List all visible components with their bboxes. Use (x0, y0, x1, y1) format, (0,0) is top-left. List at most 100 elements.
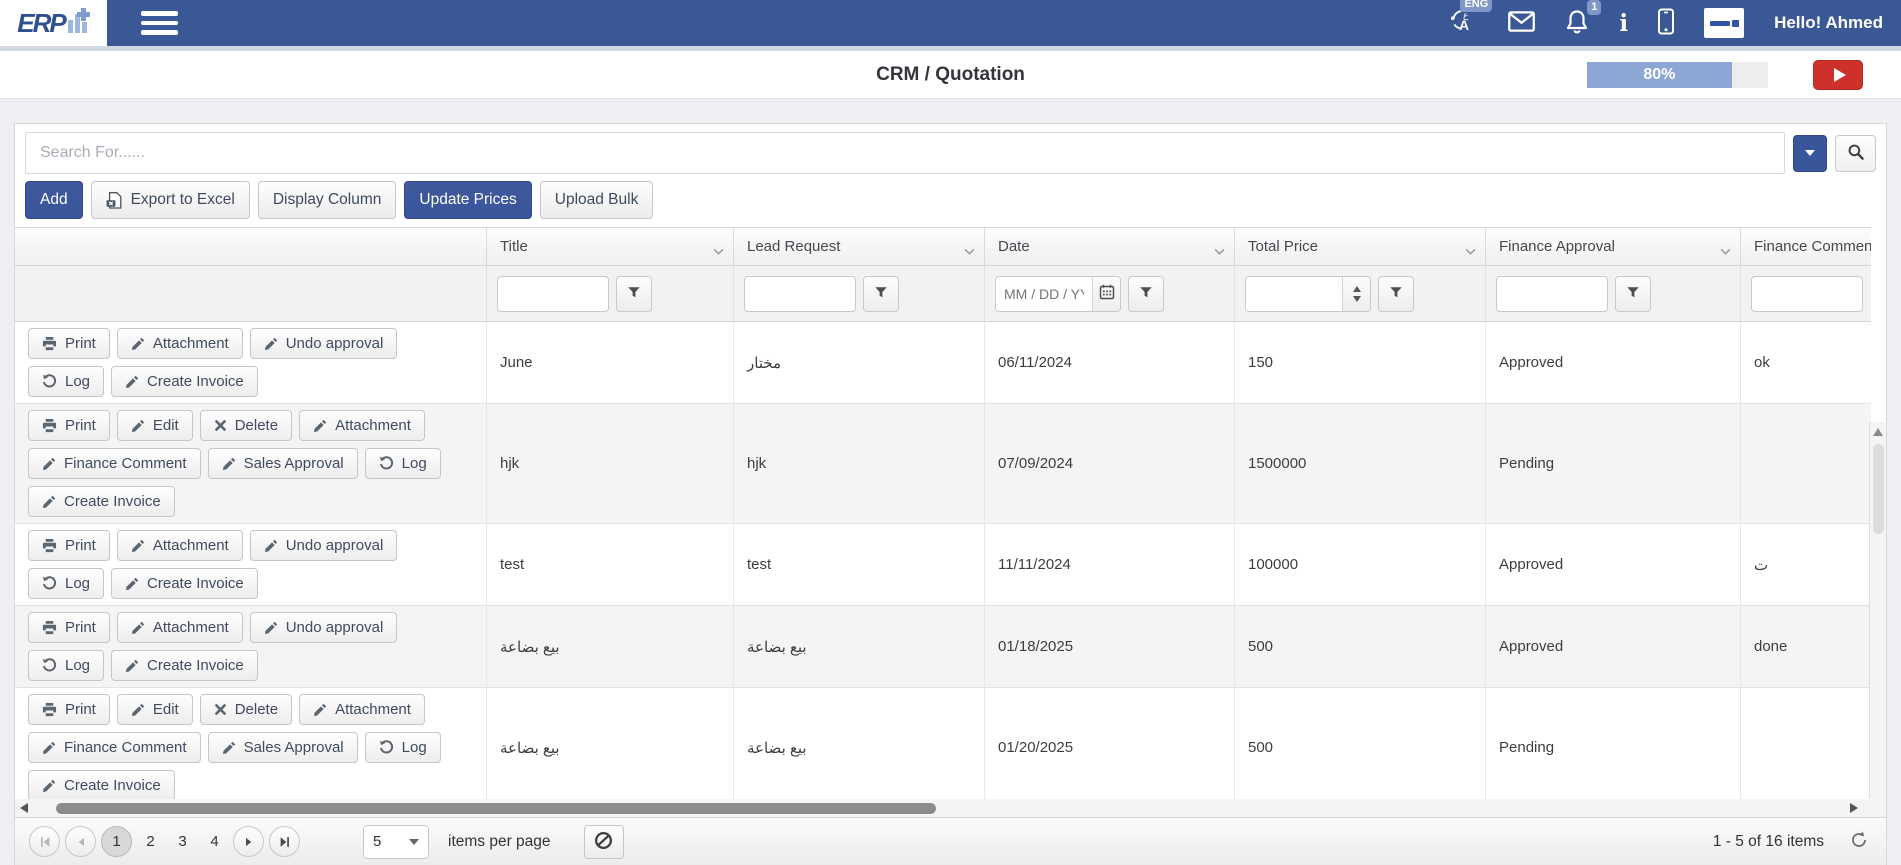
spinner-down-icon[interactable] (1353, 296, 1361, 302)
refresh-button[interactable] (1850, 831, 1868, 852)
log-button[interactable]: Log (365, 448, 441, 479)
spinner-up-icon[interactable] (1353, 286, 1361, 292)
delete-button[interactable]: Delete (200, 410, 292, 441)
attachment-button[interactable]: Attachment (117, 612, 243, 643)
add-button[interactable]: Add (25, 181, 83, 219)
undo-approval-button[interactable]: Undo approval (250, 328, 398, 359)
printer-icon (42, 336, 57, 351)
finance-comment-filter-input[interactable] (1751, 276, 1863, 312)
finance-comment-button[interactable]: Finance Comment (28, 448, 201, 479)
search-options-dropdown-button[interactable] (1793, 135, 1827, 172)
column-header-finance-comment[interactable]: Finance Comment (1741, 228, 1871, 265)
mobile-button[interactable] (1658, 6, 1674, 40)
pager-page-3[interactable]: 3 (169, 826, 196, 857)
log-button[interactable]: Log (28, 366, 104, 397)
title-filter-input[interactable] (497, 276, 609, 312)
finance-comment-button[interactable]: Finance Comment (28, 732, 201, 763)
create-invoice-button[interactable]: Create Invoice (111, 366, 258, 397)
sales-approval-button[interactable]: Sales Approval (208, 448, 358, 479)
export-to-excel-button[interactable]: Export to Excel (91, 181, 250, 219)
pager-next-button[interactable] (233, 826, 264, 857)
attachment-button[interactable]: Attachment (299, 694, 425, 725)
attachment-button[interactable]: Attachment (299, 410, 425, 441)
finance-approval-filter-button[interactable] (1615, 276, 1651, 312)
lead-request-filter-input[interactable] (744, 276, 856, 312)
avatar[interactable] (1704, 8, 1744, 38)
create-invoice-button[interactable]: Create Invoice (111, 650, 258, 681)
log-button[interactable]: Log (28, 568, 104, 599)
pager-page-2[interactable]: 2 (137, 826, 164, 857)
column-header-total-price[interactable]: Total Price (1235, 228, 1486, 265)
chevron-down-icon[interactable] (1465, 242, 1476, 259)
chevron-down-icon[interactable] (1720, 242, 1731, 259)
undo-approval-button[interactable]: Undo approval (250, 530, 398, 561)
cancel-icon (594, 831, 613, 853)
horizontal-scroll-thumb[interactable] (56, 803, 936, 814)
create-invoice-button[interactable]: Create Invoice (111, 568, 258, 599)
edit-button[interactable]: Edit (117, 694, 193, 725)
hamburger-menu-button[interactable] (137, 7, 182, 39)
sales-approval-button[interactable]: Sales Approval (208, 732, 358, 763)
pager-page-4[interactable]: 4 (201, 826, 228, 857)
delete-button[interactable]: Delete (200, 694, 292, 725)
column-header-lead-request[interactable]: Lead Request (734, 228, 985, 265)
cell-title: بيع بضاعة (487, 606, 734, 687)
undo-approval-button[interactable]: Undo approval (250, 612, 398, 643)
title-filter-button[interactable] (616, 276, 652, 312)
finance-approval-filter-input[interactable] (1496, 276, 1608, 312)
column-header-title[interactable]: Title (487, 228, 734, 265)
column-header-date[interactable]: Date (985, 228, 1235, 265)
cell-finance_approval: Approved (1486, 322, 1741, 403)
total-price-filter-input[interactable] (1246, 277, 1342, 311)
notifications-button[interactable]: 1 (1565, 6, 1589, 40)
mail-button[interactable] (1508, 6, 1535, 40)
attachment-button[interactable]: Attachment (117, 530, 243, 561)
upload-bulk-button[interactable]: Upload Bulk (540, 181, 654, 219)
chevron-down-icon[interactable] (1214, 242, 1225, 259)
create-invoice-button[interactable]: Create Invoice (28, 770, 175, 801)
horizontal-scroll-track[interactable] (28, 799, 1850, 817)
action-button-label: Edit (153, 701, 179, 718)
display-column-button[interactable]: Display Column (258, 181, 397, 219)
print-button[interactable]: Print (28, 530, 110, 561)
language-button[interactable]: Aع ENG (1451, 6, 1478, 40)
pager-page-1[interactable]: 1 (101, 826, 132, 857)
pager-first-button[interactable] (29, 826, 60, 857)
search-input[interactable] (25, 132, 1785, 174)
cancel-filters-button[interactable] (584, 825, 624, 859)
scroll-right-icon[interactable] (1850, 803, 1858, 813)
date-filter-field (995, 276, 1121, 312)
log-button[interactable]: Log (365, 732, 441, 763)
chevron-down-icon[interactable] (964, 242, 975, 259)
attachment-button[interactable]: Attachment (117, 328, 243, 359)
print-button[interactable]: Print (28, 410, 110, 441)
info-button[interactable]: i (1619, 6, 1628, 40)
number-spinner[interactable] (1342, 276, 1370, 312)
date-picker-button[interactable] (1092, 276, 1120, 312)
scroll-up-icon[interactable] (1873, 428, 1883, 436)
pager-prev-button[interactable] (65, 826, 96, 857)
search-button[interactable] (1835, 135, 1876, 172)
chevron-down-icon[interactable] (713, 242, 724, 259)
update-prices-button[interactable]: Update Prices (404, 181, 531, 219)
print-button[interactable]: Print (28, 612, 110, 643)
erp-logo[interactable]: ERP (0, 0, 107, 46)
log-button[interactable]: Log (28, 650, 104, 681)
horizontal-scrollbar[interactable] (15, 799, 1886, 817)
lead-request-filter-button[interactable] (863, 276, 899, 312)
video-tutorial-button[interactable] (1813, 60, 1863, 90)
cell-date: 06/11/2024 (985, 322, 1235, 403)
create-invoice-button[interactable]: Create Invoice (28, 486, 175, 517)
scroll-left-icon[interactable] (20, 803, 28, 813)
page-size-dropdown[interactable]: 5 (363, 825, 429, 859)
date-filter-button[interactable] (1128, 276, 1164, 312)
edit-button[interactable]: Edit (117, 410, 193, 441)
print-button[interactable]: Print (28, 694, 110, 725)
total-price-filter-button[interactable] (1378, 276, 1414, 312)
print-button[interactable]: Print (28, 328, 110, 359)
column-header-finance-approval[interactable]: Finance Approval (1486, 228, 1741, 265)
action-button-label: Print (65, 335, 96, 352)
vertical-scroll-thumb[interactable] (1873, 444, 1884, 534)
date-filter-input[interactable] (996, 277, 1092, 311)
pager-last-button[interactable] (269, 826, 300, 857)
